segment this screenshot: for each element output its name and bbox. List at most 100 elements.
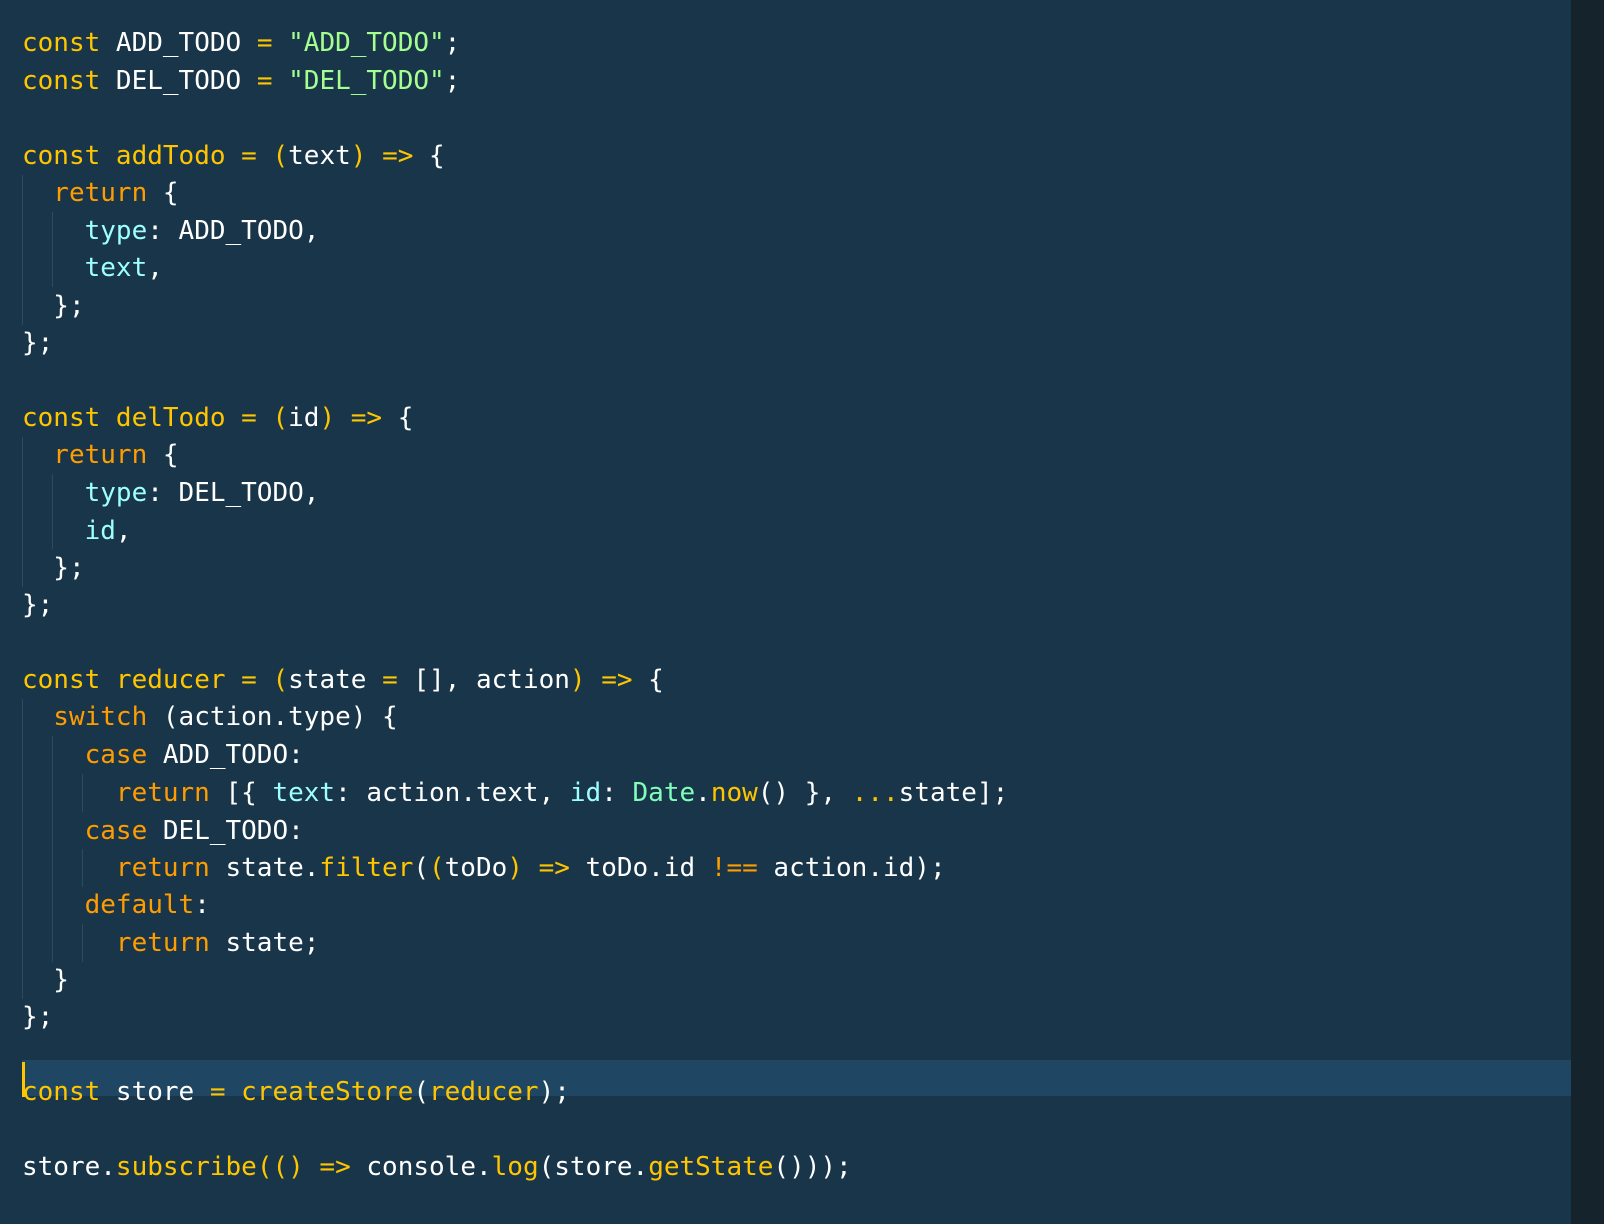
code-token: subscribe [115, 1152, 257, 1182]
code-line[interactable]: case ADD_TODO: [22, 736, 304, 774]
code-token: return [22, 778, 210, 808]
code-token: return [22, 928, 210, 958]
code-token: ( [413, 1077, 430, 1107]
code-token: const [22, 1077, 101, 1107]
code-line[interactable]: id, [22, 512, 132, 550]
code-token: => [303, 1152, 351, 1182]
code-line[interactable]: text, [22, 249, 163, 287]
code-line[interactable]: const DEL_TODO = "DEL_TODO"; [22, 62, 460, 100]
code-token: { [147, 440, 179, 470]
code-token: case [22, 816, 148, 846]
code-token: }; [22, 1002, 54, 1032]
code-line[interactable]: case DEL_TODO: [22, 812, 304, 850]
code-line[interactable]: type: DEL_TODO, [22, 474, 320, 512]
code-token: { [147, 178, 179, 208]
code-token: ... [851, 778, 899, 808]
code-token: ADD_TODO [100, 28, 257, 58]
code-token: "ADD_TODO" [272, 28, 445, 58]
code-token: store [100, 1077, 210, 1107]
code-token: const [22, 66, 101, 96]
code-token: delTodo [100, 403, 226, 433]
code-token: = [225, 141, 257, 171]
code-token: const [22, 665, 101, 695]
code-token: "DEL_TODO" [272, 66, 445, 96]
code-line[interactable]: return [{ text: action.text, id: Date.no… [22, 774, 1008, 812]
code-token: = [382, 665, 398, 695]
code-token: console. [350, 1152, 492, 1182]
code-line[interactable]: }; [22, 549, 85, 587]
code-token: => [585, 665, 633, 695]
code-token: const [22, 28, 101, 58]
code-token: switch [22, 702, 148, 732]
code-token: DEL_TODO: [147, 816, 304, 846]
code-token: = [209, 1077, 226, 1107]
code-token: return [22, 853, 210, 883]
code-line[interactable]: const addTodo = (text) => { [22, 137, 445, 175]
code-line[interactable]: type: ADD_TODO, [22, 212, 320, 250]
code-token: { [632, 665, 664, 695]
code-line[interactable]: } [22, 961, 69, 999]
code-line[interactable]: switch (action.type) { [22, 698, 398, 736]
code-line[interactable]: }; [22, 287, 85, 325]
code-token: : ADD_TODO, [147, 216, 320, 246]
code-token: case [22, 740, 148, 770]
code-token: { [413, 141, 445, 171]
code-line[interactable]: default: [22, 886, 210, 924]
code-token: ; [444, 28, 461, 58]
code-token: => [335, 403, 383, 433]
code-token: ); [538, 1077, 570, 1107]
code-token: state. [209, 853, 320, 883]
code-token: ) [350, 141, 367, 171]
code-token: = [225, 665, 257, 695]
code-line[interactable]: }; [22, 586, 53, 624]
code-token: : [194, 890, 210, 920]
code-token: ( [256, 665, 289, 695]
code-token: = [256, 66, 273, 96]
code-token: : [601, 778, 633, 808]
code-line[interactable]: const store = createStore(reducer); [22, 1073, 570, 1111]
code-token: (store. [538, 1152, 649, 1182]
code-token: , [147, 253, 163, 283]
code-token: => [366, 141, 414, 171]
code-line[interactable]: return state.filter((toDo) => toDo.id !=… [22, 849, 946, 887]
code-token: Date [632, 778, 696, 808]
code-token: now [710, 778, 758, 808]
code-token: DEL_TODO [100, 66, 257, 96]
code-token: createStore [225, 1077, 414, 1107]
code-line[interactable]: store.subscribe(() => console.log(store.… [22, 1148, 852, 1186]
code-token: return [22, 440, 148, 470]
code-token: type [22, 216, 148, 246]
code-token: state [288, 665, 383, 695]
code-token: text [272, 778, 336, 808]
code-editor[interactable]: const ADD_TODO = "ADD_TODO"; const DEL_TO… [0, 0, 1604, 1224]
code-token: ) [319, 403, 336, 433]
code-token: toDo [444, 853, 508, 883]
code-line[interactable]: const ADD_TODO = "ADD_TODO"; [22, 24, 460, 62]
code-token: ( [429, 853, 445, 883]
code-line[interactable]: }; [22, 998, 53, 1036]
code-token: id [288, 403, 320, 433]
code-token: (action.type) { [147, 702, 398, 732]
code-token: ) [507, 853, 523, 883]
minimap-gutter [1571, 0, 1604, 1224]
code-line[interactable]: }; [22, 324, 53, 362]
code-line[interactable]: return state; [22, 924, 320, 962]
code-line[interactable]: const reducer = (state = [], action) => … [22, 661, 664, 699]
code-token: store. [22, 1152, 116, 1182]
code-token: }; [22, 590, 54, 620]
code-token: id [569, 778, 602, 808]
code-token: }; [22, 553, 85, 583]
code-token: ) [569, 665, 586, 695]
code-line[interactable]: return { [22, 436, 179, 474]
code-line[interactable]: return { [22, 174, 179, 212]
code-token: reducer [429, 1077, 539, 1107]
code-line[interactable]: const delTodo = (id) => { [22, 399, 413, 437]
code-token: }; [22, 291, 85, 321]
code-token: state]; [898, 778, 1009, 808]
code-token: { [382, 403, 414, 433]
code-token: () }, [757, 778, 852, 808]
code-token: action.id); [757, 853, 946, 883]
code-token: text [288, 141, 351, 171]
code-token: = [225, 403, 257, 433]
code-token: } [22, 965, 69, 995]
